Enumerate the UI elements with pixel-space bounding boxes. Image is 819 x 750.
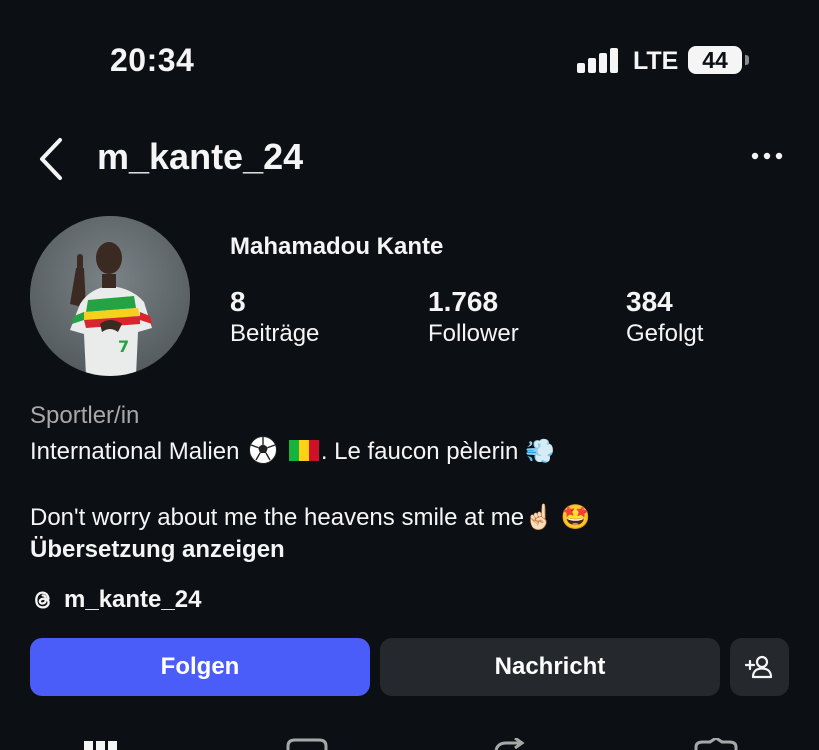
follow-button[interactable]: Folgen: [30, 638, 370, 696]
battery-level: 44: [702, 47, 728, 73]
threads-profile-link[interactable]: m_kante_24: [30, 585, 201, 615]
show-translation-link[interactable]: Übersetzung anzeigen: [30, 536, 285, 564]
bio-text-1a: International Malien: [30, 438, 240, 465]
add-person-icon: [744, 655, 772, 679]
signal-strength-icon: [577, 47, 619, 73]
posts-count: 8: [230, 286, 246, 317]
posts-label: Beiträge: [230, 320, 320, 347]
threads-icon: [35, 591, 50, 609]
followers-count: 1.768: [428, 286, 499, 317]
bio-text-1b: . Le faucon pèlerin: [320, 438, 519, 465]
suggest-users-button[interactable]: [730, 638, 789, 696]
battery-cap: [745, 55, 749, 65]
message-button[interactable]: Nachricht: [380, 638, 720, 696]
bio-line-1: International Malien . Le faucon pèlerin…: [30, 435, 555, 466]
status-time: 20:34: [110, 42, 195, 78]
grid-icon[interactable]: [84, 738, 120, 750]
network-type: LTE: [633, 47, 679, 75]
chevron-left-icon: [40, 138, 62, 180]
threads-handle: m_kante_24: [64, 586, 202, 613]
follow-button-label: Folgen: [160, 653, 240, 680]
mali-flag-icon: [288, 440, 319, 461]
profile-photo: 7: [30, 216, 190, 376]
status-bar: 20:34 LTE 44: [0, 0, 819, 120]
message-button-label: Nachricht: [494, 653, 606, 680]
stat-followers[interactable]: 1.768 Follower: [428, 286, 519, 350]
soccer-ball-icon: [249, 436, 278, 464]
bio-line-2: Don't worry about me the heavens smile a…: [30, 503, 591, 532]
header-username: m_kante_24: [97, 136, 304, 177]
tagged-icon[interactable]: [694, 738, 738, 750]
star-struck-emoji-icon: 🤩: [560, 504, 591, 531]
avatar[interactable]: 7: [30, 216, 190, 376]
following-label: Gefolgt: [626, 320, 704, 347]
battery-icon: 44: [688, 46, 742, 74]
more-horizontal-icon: [751, 152, 783, 160]
more-options-button[interactable]: [745, 140, 789, 172]
stat-posts[interactable]: 8 Beiträge: [230, 286, 319, 350]
pointing-up-emoji-icon: ☝🏻: [524, 504, 555, 531]
followers-label: Follower: [428, 320, 519, 347]
svg-text:7: 7: [118, 337, 129, 356]
bio-text-2: Don't worry about me the heavens smile a…: [30, 504, 525, 531]
full-name: Mahamadou Kante: [230, 233, 444, 260]
reels-icon[interactable]: [286, 738, 328, 750]
dash-emoji-icon: 💨: [524, 438, 555, 465]
stat-following[interactable]: 384 Gefolgt: [626, 286, 703, 350]
reposts-icon[interactable]: [492, 738, 528, 750]
following-count: 384: [626, 286, 673, 317]
back-button[interactable]: [30, 134, 80, 184]
profile-header: m_kante_24: [0, 120, 819, 200]
profile-category: Sportler/in: [30, 402, 140, 429]
